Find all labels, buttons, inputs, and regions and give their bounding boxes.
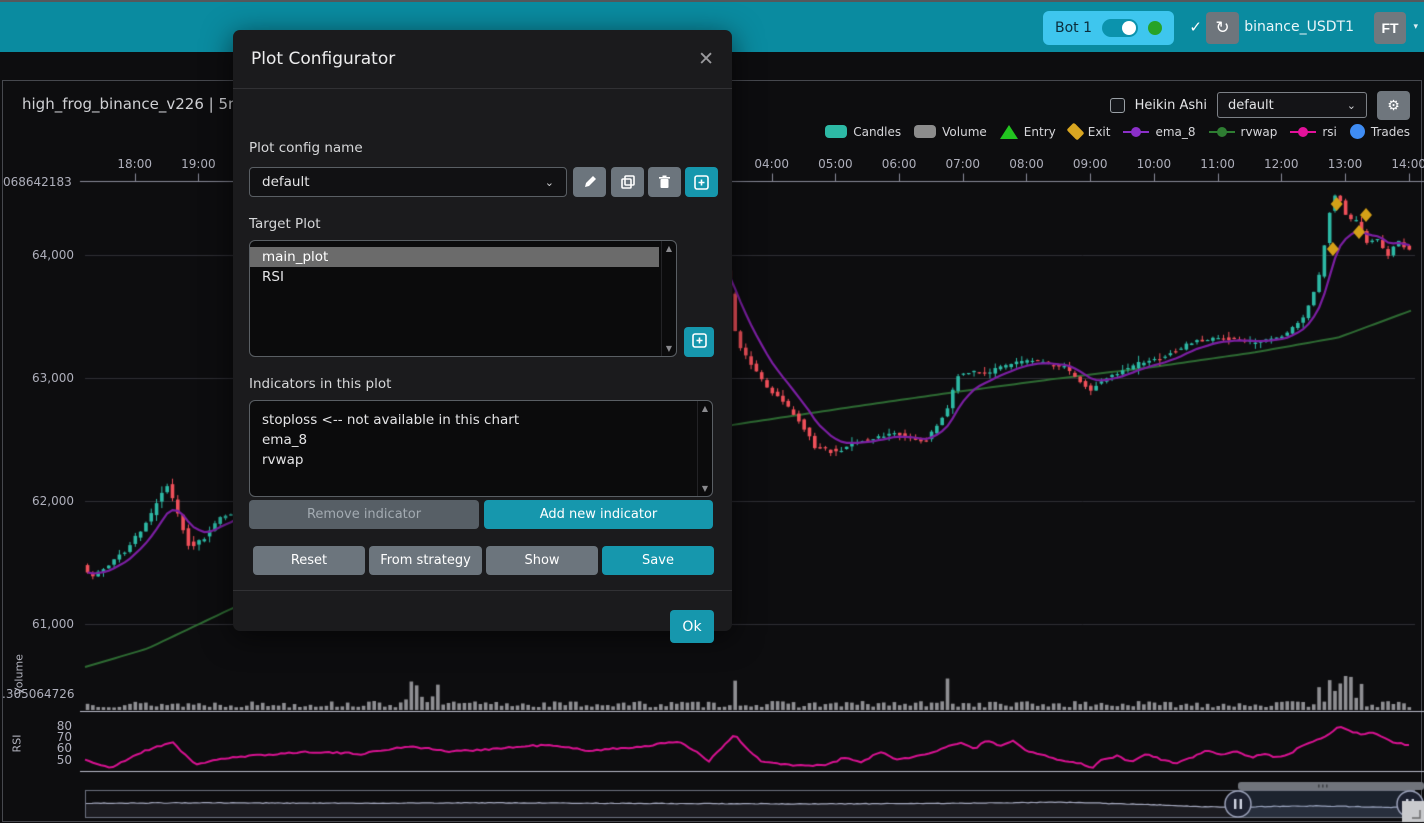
ft-logo-button[interactable]: FT [1374, 12, 1406, 44]
scroll-up-icon: ▲ [666, 244, 672, 253]
y-axis-label: 64,000 [2, 248, 74, 262]
refresh-button[interactable]: ↻ [1206, 12, 1239, 44]
trades-marker-icon [1350, 124, 1365, 139]
x-axis-label: 09:00 [1066, 157, 1114, 171]
legend-item-volume[interactable]: Volume [914, 125, 987, 139]
bot-instance-label: binance_USDT1 [1244, 19, 1354, 35]
chart-title: high_frog_binance_v226 | 5m [22, 95, 243, 113]
copy-icon [621, 175, 635, 189]
plot-config-name-label: Plot config name [249, 140, 363, 156]
close-icon[interactable]: ✕ [698, 48, 714, 71]
x-axis-label: 14:00 [1385, 157, 1424, 171]
y-axis-label: 62,000 [2, 494, 74, 508]
x-axis-label: 04:00 [748, 157, 796, 171]
target-plot-list[interactable]: main_plotRSI ▲▼ [249, 240, 677, 357]
chart-legend: Candles Volume Entry Exit ema_8 rvwap rsi Trade… [825, 124, 1410, 139]
legend-item-rsi[interactable]: rsi [1290, 125, 1337, 139]
remove-indicator-button[interactable]: Remove indicator [249, 500, 479, 529]
x-axis-label: 05:00 [811, 157, 859, 171]
bot-online-dot [1148, 21, 1162, 35]
rsi-pane-title: RSI [11, 731, 24, 757]
heikin-ashi-label: Heikin Ashi [1135, 98, 1207, 113]
target-plot-label: Target Plot [249, 216, 321, 232]
pencil-icon [583, 175, 597, 189]
add-new-indicator-button[interactable]: Add new indicator [484, 500, 713, 529]
show-button[interactable]: Show [486, 546, 598, 575]
exit-marker-icon [1066, 123, 1084, 141]
x-axis-label: 06:00 [875, 157, 923, 171]
heikin-ashi-checkbox[interactable] [1110, 98, 1125, 113]
legend-item-trades[interactable]: Trades [1350, 124, 1410, 139]
caret-down-icon: ▾ [1413, 22, 1418, 32]
plot-config-select[interactable]: default ⌄ [1217, 92, 1367, 118]
plot-configurator-dialog: Plot Configurator ✕ Plot config name def… [233, 30, 732, 631]
x-axis-label: 11:00 [1194, 157, 1242, 171]
x-axis-label: 08:00 [1002, 157, 1050, 171]
plus-square-icon [692, 333, 707, 348]
delete-config-button[interactable] [648, 167, 681, 197]
scroll-up-icon: ▲ [702, 404, 708, 413]
edit-config-button[interactable] [573, 167, 606, 197]
candles-marker-icon [825, 125, 847, 138]
scrollbar[interactable]: ▲▼ [661, 241, 676, 356]
x-axis-label: 10:00 [1130, 157, 1178, 171]
rvwap-marker-icon [1209, 125, 1235, 138]
x-axis-label: 07:00 [939, 157, 987, 171]
legend-label: rvwap [1241, 125, 1278, 139]
target-plot-item[interactable]: main_plot [250, 247, 659, 267]
legend-item-exit[interactable]: Exit [1069, 125, 1111, 139]
legend-label: Candles [853, 125, 901, 139]
dialog-title: Plot Configurator [251, 49, 395, 69]
y-axis-label: 61,000 [2, 617, 74, 631]
bot-selector[interactable]: Bot 1 [1043, 11, 1174, 45]
legend-item-entry[interactable]: Entry [1000, 125, 1056, 139]
legend-item-rvwap[interactable]: rvwap [1209, 125, 1278, 139]
bot-toggle[interactable] [1102, 19, 1138, 37]
indicator-item[interactable]: rvwap [250, 450, 712, 470]
x-axis-label: 13:00 [1321, 157, 1369, 171]
x-axis-label: 18:00 [111, 157, 159, 171]
legend-label: Entry [1024, 125, 1056, 139]
add-config-button[interactable] [685, 167, 718, 197]
indicators-label: Indicators in this plot [249, 376, 391, 392]
legend-item-ema_8[interactable]: ema_8 [1123, 125, 1195, 139]
volume-marker-icon [914, 125, 936, 138]
indicator-item[interactable]: stoploss <-- not available in this chart [250, 410, 712, 430]
volume-pane-title: Volume [13, 651, 26, 699]
legend-label: rsi [1322, 125, 1337, 139]
reset-button[interactable]: Reset [253, 546, 365, 575]
trash-icon [658, 175, 671, 189]
scroll-down-icon: ▼ [702, 484, 708, 493]
y-axis-top-label: 068642183 [3, 175, 72, 189]
legend-item-candles[interactable]: Candles [825, 125, 901, 139]
chevron-down-icon: ⌄ [1347, 99, 1356, 112]
target-plot-item[interactable]: RSI [250, 267, 676, 287]
bot-name: Bot 1 [1055, 20, 1092, 36]
ema_8-marker-icon [1123, 125, 1149, 138]
legend-label: ema_8 [1155, 125, 1195, 139]
gear-icon[interactable]: ⚙ [1377, 91, 1410, 120]
duplicate-config-button[interactable] [611, 167, 644, 197]
plus-square-icon [694, 175, 709, 190]
from-strategy-button[interactable]: From strategy [369, 546, 482, 575]
x-axis-label: 19:00 [174, 157, 222, 171]
scroll-down-icon: ▼ [666, 344, 672, 353]
save-button[interactable]: Save [602, 546, 714, 575]
ok-button[interactable]: Ok [670, 610, 714, 643]
entry-marker-icon [1000, 125, 1018, 139]
rsi-marker-icon [1290, 125, 1316, 138]
config-name-select[interactable]: default ⌄ [249, 167, 567, 197]
chevron-down-icon: ⌄ [545, 176, 554, 189]
x-axis-label: 12:00 [1257, 157, 1305, 171]
legend-label: Exit [1088, 125, 1111, 139]
legend-label: Trades [1371, 125, 1410, 139]
indicator-item[interactable]: ema_8 [250, 430, 712, 450]
add-target-plot-button[interactable] [684, 327, 714, 357]
y-axis-label: 63,000 [2, 371, 74, 385]
check-icon: ✓ [1189, 18, 1202, 36]
refresh-icon: ↻ [1215, 18, 1229, 37]
legend-label: Volume [942, 125, 987, 139]
scrollbar[interactable]: ▲▼ [697, 401, 712, 496]
indicators-list[interactable]: stoploss <-- not available in this chart… [249, 400, 713, 497]
